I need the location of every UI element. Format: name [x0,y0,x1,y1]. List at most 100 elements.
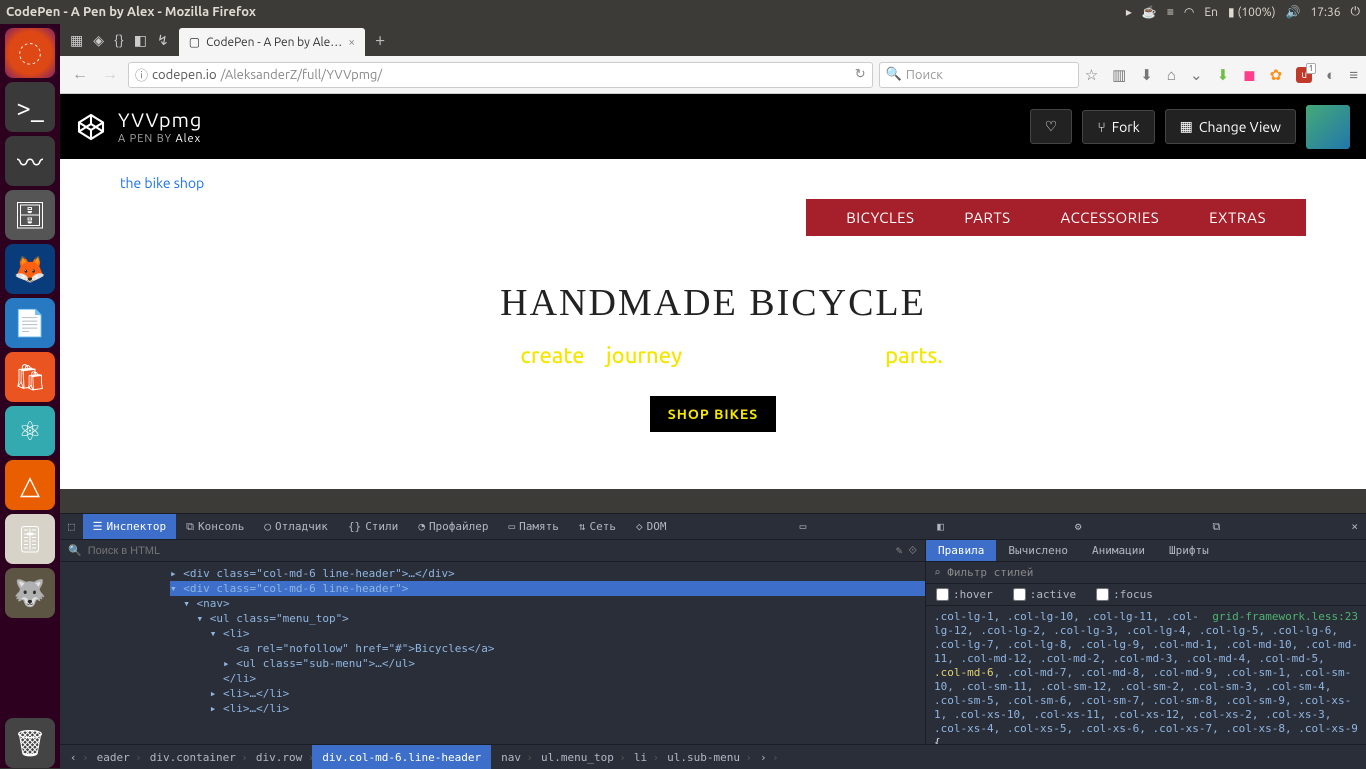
devtools-tab-debugger[interactable]: ◯ Отладчик [254,514,338,539]
devtools-dock-icon[interactable]: ⧉ [1204,520,1228,534]
library-icon[interactable]: ▥ [1112,66,1126,84]
inspect-picker-icon[interactable]: ⬚ [60,520,83,533]
pseudo-active[interactable]: :active [1013,588,1076,601]
launcher-vlc[interactable]: △ [5,460,55,510]
lang-indicator[interactable]: En [1204,6,1218,19]
launcher-terminal[interactable]: >_ [5,82,55,132]
eyedropper-icon[interactable]: ⟐ [908,544,917,558]
crumb[interactable]: li [624,745,657,769]
menu-icon[interactable]: ≡ [1167,5,1174,19]
launcher-trash[interactable]: 🗑 [5,718,55,768]
tab-close-icon[interactable]: × [348,36,355,49]
crumb-next[interactable]: › [750,745,777,769]
css-filter[interactable]: ⌕ Фильтр стилей [926,562,1366,584]
css-tab-computed[interactable]: Вычислено [996,540,1080,561]
launcher-gimp[interactable]: 🐺 [5,568,55,618]
css-tab-animations[interactable]: Анимации [1080,540,1157,561]
devtools-tab-network[interactable]: ⇅ Сеть [569,514,626,539]
css-source-link[interactable]: grid-framework.less:23 [1212,610,1358,624]
heart-button[interactable]: ♡ [1030,109,1073,144]
pinned-tab-icon[interactable]: ◧ [134,32,147,49]
session-icon[interactable]: ⏻ [1351,5,1361,19]
devtools-tab-inspector[interactable]: ☰ Инспектор [83,514,176,539]
url-path: /AleksanderZ/full/YVVpmg/ [221,68,383,82]
forward-button: → [98,65,122,84]
addon-icon[interactable]: ◼ [1243,66,1255,84]
status-area: ▸ ☕ ≡ ◠ En ▮ (100%) 🔊 17:36 ⏻ [1126,5,1360,19]
change-view-button[interactable]: ▦Change View [1165,109,1296,144]
devtools-close-icon[interactable]: × [1343,520,1366,533]
ublock-icon[interactable]: u [1296,67,1312,83]
reload-icon[interactable]: ↻ [855,67,866,82]
crumb-prev[interactable]: ‹ [60,745,87,769]
unity-launcher: ◌ >_ 〰 🗄 🦊 📄 🛍 ⚛ △ 🎚 🐺 🗑 [0,24,60,768]
devtools-tab-console[interactable]: ⧉ Консоль [176,514,254,539]
launcher-files[interactable]: 🗄 [5,190,55,240]
nav-item[interactable]: PARTS [964,209,1010,226]
codepen-logo-icon[interactable] [76,112,106,142]
edit-html-icon[interactable]: ✎ [896,544,903,557]
css-tab-rules[interactable]: Правила [926,540,996,561]
download-icon[interactable]: ⬇ [1140,66,1153,84]
nav-item[interactable]: BICYCLES [846,209,914,226]
crumb[interactable]: ul.menu_top [531,745,624,769]
devtools-settings-icon[interactable]: ⚙ [1067,520,1090,533]
crumb[interactable]: eader [87,745,140,769]
caffeine-icon[interactable]: ☕ [1142,5,1157,19]
devtools-split-icon[interactable]: ◧ [929,520,952,533]
launcher-writer[interactable]: 📄 [5,298,55,348]
battery-indicator[interactable]: ▮ (100%) [1228,5,1276,19]
launcher-firefox[interactable]: 🦊 [5,244,55,294]
address-bar[interactable]: ⓘ codepen.io/AleksanderZ/full/YVVpmg/ ↻ [128,62,873,88]
new-tab-button[interactable]: + [365,24,395,56]
pen-author[interactable]: Alex [176,133,202,145]
addon-icon[interactable]: ✿ [1270,66,1283,84]
home-icon[interactable]: ⌂ [1167,66,1176,84]
nav-item[interactable]: ACCESSORIES [1061,209,1160,226]
vlc-tray-icon[interactable]: ▸ [1126,5,1132,19]
launcher-dash[interactable]: ◌ [5,28,55,78]
crumb[interactable]: ul.sub-menu [657,745,750,769]
launcher-monitor[interactable]: 〰 [5,136,55,186]
hamburger-icon[interactable]: ≡ [1349,66,1358,84]
launcher-settings[interactable]: 🎚 [5,514,55,564]
volume-icon[interactable]: 🔊 [1286,5,1301,19]
launcher-software[interactable]: 🛍 [5,352,55,402]
clock[interactable]: 17:36 [1310,6,1340,19]
crumb[interactable]: div.container [140,745,246,769]
cta-button[interactable]: SHOP BIKES [650,396,776,432]
user-avatar[interactable] [1306,105,1350,149]
addon-icon[interactable]: ⬇ [1217,66,1230,84]
back-button[interactable]: ← [68,65,92,84]
pinned-tab-icon[interactable]: {} [114,32,124,48]
pinned-tab-icon[interactable]: ↯ [157,32,169,49]
crumb[interactable]: div.row [246,745,312,769]
crumb[interactable]: nav [491,745,531,769]
site-brand[interactable]: the bike shop [120,175,1306,191]
devtools-tab-memory[interactable]: ▭ Память [499,514,569,539]
css-rules[interactable]: grid-framework.less:23 .col-lg-1, .col-l… [926,606,1366,744]
pseudo-focus[interactable]: :focus [1096,588,1153,601]
pinned-tab-icon[interactable]: ▦ [70,32,83,49]
devtools-tab-profiler[interactable]: ◔ Профайлер [408,514,498,539]
devtools-tab-styles[interactable]: {} Стили [338,514,408,539]
nav-item[interactable]: EXTRAS [1209,209,1266,226]
dom-tree[interactable]: ▸ <div class="col-md-6 line-header">…</d… [60,562,925,720]
pinned-tab-icon[interactable]: ◈ [93,32,104,49]
bookmark-icon[interactable]: ☆ [1085,66,1098,84]
info-icon[interactable]: ⓘ [135,65,148,84]
pocket-icon[interactable]: ⌄ [1190,66,1203,84]
crumb[interactable]: div.col-md-6.line-header [312,745,491,769]
addon-icon[interactable]: ◐ [1326,66,1335,84]
devtools-tab-dom[interactable]: ◇ DOM [626,514,677,539]
search-box[interactable]: 🔍 Поиск [879,62,1079,88]
html-search-input[interactable] [88,545,890,557]
wifi-icon[interactable]: ◠ [1184,5,1194,19]
fork-button[interactable]: ⑂Fork [1082,110,1154,144]
launcher-atom[interactable]: ⚛ [5,406,55,456]
devtools-frame-icon[interactable]: ▭ [792,520,815,533]
pseudo-hover[interactable]: :hover [936,588,993,601]
breadcrumb[interactable]: ‹ eader div.container div.row div.col-md… [60,744,1366,769]
browser-tab[interactable]: ▢ CodePen - A Pen by Ale… × [179,28,365,56]
css-tab-fonts[interactable]: Шрифты [1157,540,1221,561]
